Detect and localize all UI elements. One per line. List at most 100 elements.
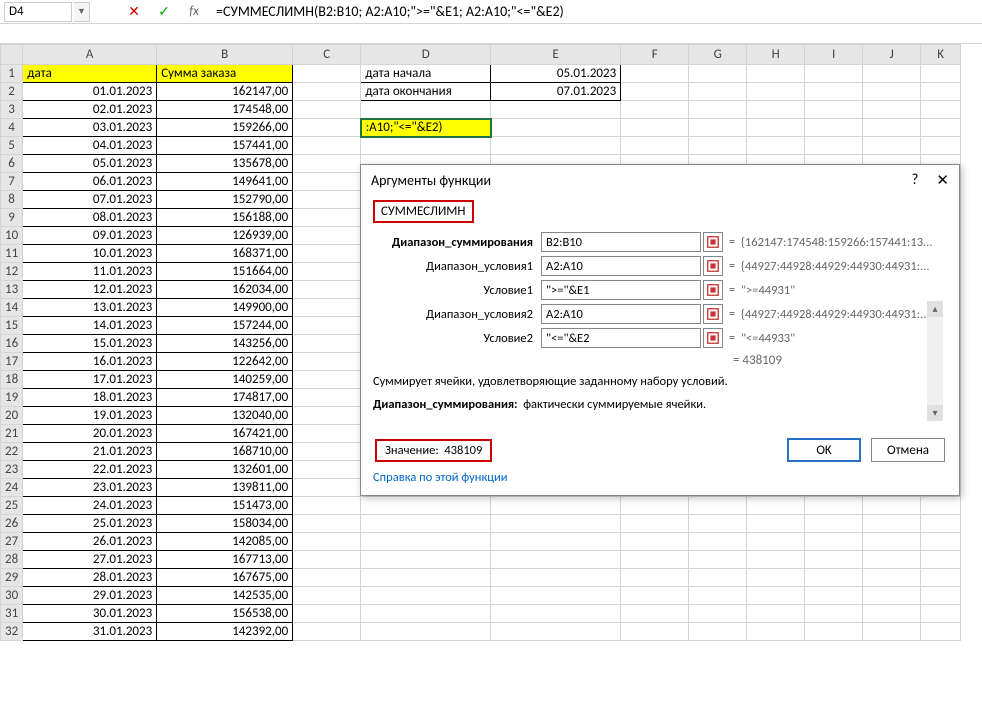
row-header[interactable]: 4 (1, 119, 23, 137)
cell[interactable] (491, 587, 621, 605)
row-header[interactable]: 14 (1, 299, 23, 317)
cell[interactable] (921, 101, 961, 119)
col-header[interactable]: D (361, 45, 491, 65)
cell[interactable] (747, 497, 805, 515)
cell[interactable] (293, 371, 361, 389)
cell[interactable]: 16.01.2023 (23, 353, 157, 371)
argument-input[interactable] (541, 304, 701, 324)
cell[interactable] (621, 119, 689, 137)
cell[interactable]: 122642,00 (157, 353, 293, 371)
cell[interactable]: 151664,00 (157, 263, 293, 281)
col-header[interactable]: A (23, 45, 157, 65)
cell[interactable]: 167675,00 (157, 569, 293, 587)
cell[interactable] (747, 137, 805, 155)
select-all-corner[interactable] (1, 45, 23, 65)
cell[interactable] (621, 65, 689, 83)
cell[interactable] (689, 83, 747, 101)
row-header[interactable]: 15 (1, 317, 23, 335)
row-header[interactable]: 24 (1, 479, 23, 497)
cell[interactable] (293, 245, 361, 263)
cell[interactable] (863, 533, 921, 551)
cell[interactable] (293, 299, 361, 317)
cell[interactable] (293, 317, 361, 335)
cell[interactable]: дата начала (361, 65, 491, 83)
cell[interactable] (491, 605, 621, 623)
cell[interactable] (491, 515, 621, 533)
row-header[interactable]: 13 (1, 281, 23, 299)
cell[interactable] (293, 227, 361, 245)
cell[interactable]: 152790,00 (157, 191, 293, 209)
cell[interactable]: 15.01.2023 (23, 335, 157, 353)
cell[interactable] (863, 623, 921, 641)
row-header[interactable]: 19 (1, 389, 23, 407)
cell[interactable] (863, 605, 921, 623)
cell[interactable] (805, 83, 863, 101)
cell[interactable] (805, 65, 863, 83)
cell[interactable] (689, 497, 747, 515)
cell[interactable] (293, 479, 361, 497)
cell[interactable] (293, 389, 361, 407)
cell[interactable] (805, 623, 863, 641)
cell[interactable] (689, 587, 747, 605)
col-header[interactable]: K (921, 45, 961, 65)
argument-input[interactable] (541, 328, 701, 348)
cell[interactable] (689, 605, 747, 623)
cell[interactable] (293, 65, 361, 83)
cell[interactable] (921, 623, 961, 641)
col-header[interactable]: G (689, 45, 747, 65)
cell[interactable]: 11.01.2023 (23, 263, 157, 281)
cell[interactable] (689, 623, 747, 641)
cell[interactable] (491, 551, 621, 569)
cell[interactable]: 05.01.2023 (23, 155, 157, 173)
formula-confirm-icon[interactable]: ✓ (150, 2, 178, 22)
cell[interactable] (747, 515, 805, 533)
cell[interactable]: 24.01.2023 (23, 497, 157, 515)
cancel-button[interactable]: Отмена (871, 438, 945, 462)
cell[interactable] (689, 515, 747, 533)
cell[interactable] (361, 101, 491, 119)
cell[interactable] (921, 551, 961, 569)
cell[interactable] (621, 533, 689, 551)
cell[interactable]: 135678,00 (157, 155, 293, 173)
cell[interactable] (689, 119, 747, 137)
row-header[interactable]: 6 (1, 155, 23, 173)
cell[interactable]: 30.01.2023 (23, 605, 157, 623)
cell[interactable] (361, 623, 491, 641)
cell[interactable]: Сумма заказа (157, 65, 293, 83)
cell[interactable] (293, 119, 361, 137)
range-selector-icon[interactable] (703, 280, 723, 300)
cell[interactable]: 162034,00 (157, 281, 293, 299)
cell[interactable] (621, 497, 689, 515)
cell[interactable] (689, 533, 747, 551)
row-header[interactable]: 17 (1, 353, 23, 371)
cell[interactable] (293, 407, 361, 425)
cell[interactable]: 25.01.2023 (23, 515, 157, 533)
cell[interactable] (863, 497, 921, 515)
cell[interactable] (747, 101, 805, 119)
name-box[interactable]: D4 (4, 2, 72, 22)
col-header[interactable]: F (621, 45, 689, 65)
cell[interactable] (293, 425, 361, 443)
col-header[interactable]: E (491, 45, 621, 65)
cell[interactable]: 140259,00 (157, 371, 293, 389)
cell[interactable] (747, 533, 805, 551)
cell[interactable] (621, 83, 689, 101)
cell[interactable] (361, 497, 491, 515)
cell[interactable]: 07.01.2023 (23, 191, 157, 209)
cell[interactable]: 26.01.2023 (23, 533, 157, 551)
cell[interactable] (293, 191, 361, 209)
cell[interactable] (747, 119, 805, 137)
cell[interactable] (921, 569, 961, 587)
row-header[interactable]: 16 (1, 335, 23, 353)
cell[interactable]: 168710,00 (157, 443, 293, 461)
cell[interactable] (921, 83, 961, 101)
range-selector-icon[interactable] (703, 328, 723, 348)
cell[interactable]: 142085,00 (157, 533, 293, 551)
cell[interactable]: 167421,00 (157, 425, 293, 443)
cell[interactable] (921, 533, 961, 551)
cell[interactable]: 132601,00 (157, 461, 293, 479)
row-header[interactable]: 22 (1, 443, 23, 461)
cell[interactable]: 168371,00 (157, 245, 293, 263)
cell[interactable]: 157244,00 (157, 317, 293, 335)
cell[interactable] (621, 569, 689, 587)
